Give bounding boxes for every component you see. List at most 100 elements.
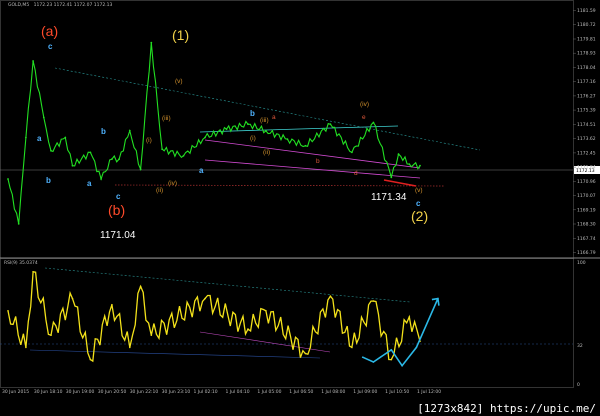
- wave-label-blue: a: [199, 166, 204, 175]
- price-point: [286, 138, 289, 141]
- price-tick-label: 1171.84: [577, 165, 596, 171]
- time-tick-label: 1 Jul 04:10: [226, 389, 250, 395]
- rsi-point: [204, 297, 206, 300]
- time-tick-label: 1 Jul 02:10: [194, 389, 218, 395]
- rsi-point: [50, 334, 52, 337]
- wave-label-blue: c: [48, 42, 53, 51]
- price-point: [7, 178, 9, 180]
- wave-b-label: (b): [108, 202, 125, 218]
- price-point: [139, 168, 142, 171]
- price-point: [118, 158, 120, 161]
- wave-label-orange: (v): [175, 78, 183, 85]
- wave-label-orange: (i): [250, 135, 256, 142]
- projection-point: [401, 364, 403, 367]
- wave-label-blue: c: [116, 192, 121, 201]
- wave-label-orange: (i): [146, 137, 152, 144]
- trading-chart: GOLD,M5 1172.23 1172.41 1172.07 1172.13 …: [0, 0, 600, 395]
- price-point: [204, 136, 206, 139]
- time-tick-label: 1 Jul 05:00: [257, 389, 281, 395]
- price-tick-label: 1179.81: [577, 37, 596, 43]
- price-point: [100, 178, 102, 180]
- price-tick-label: 1175.39: [577, 108, 596, 114]
- wave-label-blue: b: [250, 109, 255, 118]
- wave-label-red: e: [362, 114, 366, 121]
- rsi-point: [408, 316, 411, 318]
- time-tick-label: 30 Jun 2015: [2, 389, 29, 395]
- wave-label-blue: b: [46, 176, 51, 185]
- projection-point: [390, 349, 393, 351]
- price-point: [71, 164, 74, 167]
- price-tick-label: 1178.04: [577, 65, 596, 71]
- wave-label-orange: (iv): [168, 180, 177, 187]
- projection-point: [361, 356, 364, 359]
- time-tick-label: 30 Jun 22:10: [130, 389, 159, 395]
- rsi-tick-label: 0: [577, 382, 580, 388]
- price-tick-label: 1173.62: [577, 136, 596, 142]
- price-tick-label: 1167.74: [577, 236, 596, 242]
- ohlc-values: 1172.23 1172.41 1172.07 1172.13: [34, 2, 113, 8]
- time-tick-label: 30 Jun 18:10: [34, 389, 63, 395]
- price-point: [225, 128, 228, 131]
- projection-point: [372, 361, 375, 363]
- watermark: [1273x842] https://upic.me/: [415, 402, 598, 415]
- rsi-point: [372, 300, 375, 302]
- wave-1-label: (1): [172, 27, 189, 43]
- price-point: [111, 158, 113, 161]
- rsi-point: [265, 310, 267, 312]
- time-tick-label: 1 Jul 10:50: [385, 389, 409, 395]
- rsi-point: [25, 346, 27, 349]
- time-tick-label: 1 Jul 08:00: [321, 389, 345, 395]
- price-tick-label: 1169.19: [577, 207, 596, 213]
- price-point: [128, 129, 131, 132]
- low-2-price: 1171.34: [371, 192, 407, 203]
- wave-label-red: a: [272, 114, 276, 121]
- time-tick-label: 1 Jul 09:00: [353, 389, 377, 395]
- wave-label-orange: (ii): [263, 149, 270, 156]
- price-point: [25, 136, 27, 139]
- rsi-point: [7, 310, 9, 312]
- price-point: [351, 151, 353, 154]
- price-tick-label: 1177.16: [577, 79, 596, 85]
- price-tick-label: 1178.93: [577, 51, 596, 57]
- price-point: [150, 41, 153, 44]
- wave-label-blue: a: [87, 179, 92, 188]
- price-point: [329, 123, 332, 126]
- symbol-label: GOLD,M5: [8, 2, 29, 8]
- price-axis: 1181.59 1180.72 1179.81 1178.93 1178.04 1177.…: [573, 8, 596, 256]
- rsi-point: [150, 334, 153, 337]
- price-point: [247, 123, 249, 126]
- time-tick-label: 30 Jun 19:00: [66, 389, 95, 395]
- price-point: [17, 223, 20, 225]
- price-point: [161, 148, 164, 151]
- price-tick-label: 1174.51: [577, 122, 596, 128]
- rsi-point: [304, 352, 307, 355]
- price-point: [89, 151, 92, 154]
- wave-label-orange: (ii): [156, 187, 163, 194]
- price-point: [265, 129, 267, 132]
- wave-label-blue: c: [416, 199, 421, 208]
- projection-point: [415, 346, 418, 349]
- time-tick-label: 30 Jun 23:10: [162, 389, 191, 395]
- price-point: [50, 149, 52, 152]
- wave-label-orange: (iii): [162, 115, 171, 122]
- rsi-point: [89, 358, 92, 361]
- wave-label-blue: a: [37, 134, 42, 143]
- rsi-tick-label: 100: [577, 260, 586, 266]
- price-point: [64, 136, 67, 139]
- symbol-ohlc-header: GOLD,M5 1172.23 1172.41 1172.07 1172.13: [8, 2, 112, 8]
- time-tick-label: 1 Jul 12:00: [417, 389, 441, 395]
- price-point: [390, 176, 393, 179]
- rsi-point: [129, 346, 131, 349]
- wave-label-red: d: [354, 170, 358, 177]
- rsi-point: [71, 297, 74, 300]
- rsi-point: [329, 295, 332, 298]
- wave-label-orange: (v): [415, 187, 423, 194]
- price-tick-label: 1172.45: [577, 150, 596, 156]
- price-tick-label: 1181.59: [577, 8, 596, 14]
- price-tick-label: 1176.27: [577, 93, 596, 99]
- time-tick-label: 30 Jun 20:50: [98, 389, 127, 395]
- rsi-header: RSI(9) 35.0374: [4, 260, 38, 266]
- rsi-axis: 100 32 0: [577, 260, 586, 388]
- price-point: [304, 144, 307, 147]
- price-tick-label: 1170.07: [577, 193, 596, 199]
